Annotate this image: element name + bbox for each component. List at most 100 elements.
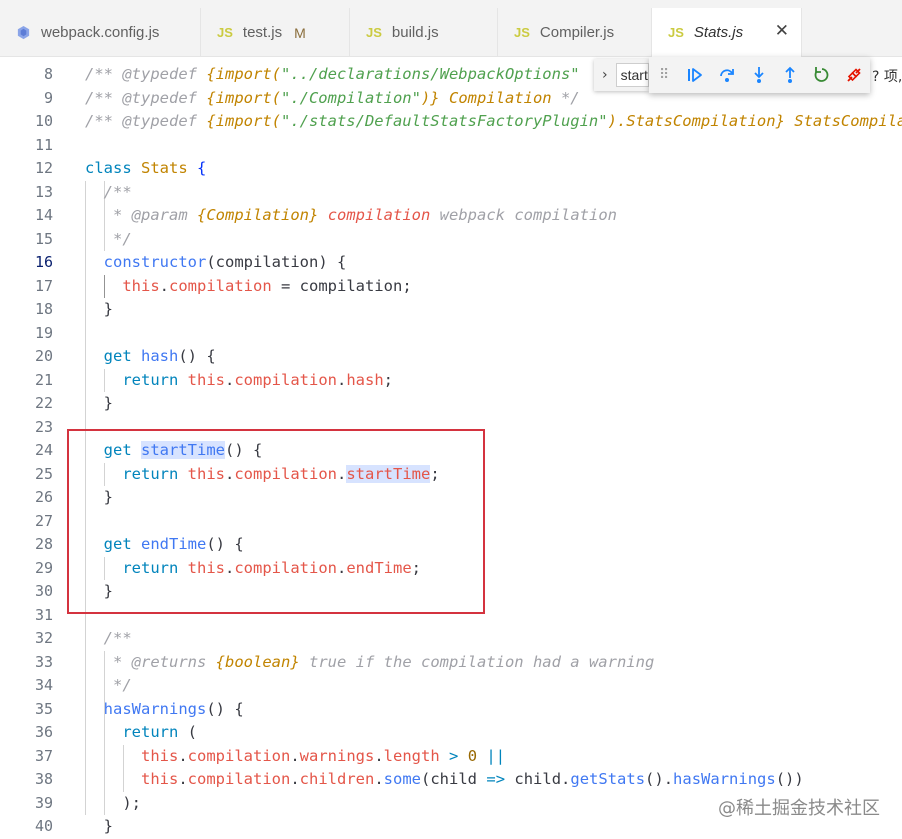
line-number: 22 (34, 394, 53, 412)
find-input[interactable]: start (615, 63, 649, 87)
code-token: {import( (206, 112, 281, 130)
close-icon[interactable]: ✕ (775, 21, 789, 41)
code-text: this.compilation.warnings.length > 0 || (85, 745, 505, 769)
code-token: @typedef (122, 88, 197, 107)
line-number: 39 (34, 793, 53, 812)
tab-stats-js[interactable]: JS Stats.js ✕ (652, 8, 802, 57)
line-number: 27 (34, 511, 53, 530)
code-token: )} (420, 88, 440, 107)
line-number: 11 (34, 135, 53, 154)
code-line: 10 /** @typedef {import("./stats/DefaultS… (0, 110, 902, 134)
code-token: compilation (187, 746, 291, 765)
code-token: @param (131, 206, 188, 224)
line-number: 9 (43, 88, 53, 107)
continue-button[interactable] (679, 61, 711, 89)
continue-icon (687, 68, 702, 82)
line-number: 31 (34, 605, 53, 624)
disconnect-button[interactable] (838, 61, 870, 89)
tab-test-js[interactable]: JS test.js M (201, 8, 350, 57)
tab-label: Stats.js (693, 24, 744, 41)
code-token: . (337, 558, 347, 577)
line-number: 21 (34, 370, 53, 389)
step-over-button[interactable] (711, 61, 743, 89)
code-line: 14 * @param {Compilation} compilation we… (0, 204, 902, 228)
line-number: 16 (34, 253, 53, 271)
code-text: * @param {Compilation} compilation webpa… (85, 204, 617, 228)
tab-compiler-js[interactable]: JS Compiler.js (498, 8, 652, 57)
code-token: } (85, 582, 113, 600)
step-out-button[interactable] (774, 61, 806, 89)
code-token: } (85, 300, 113, 318)
line-number: 26 (34, 488, 53, 506)
code-token: */ (85, 229, 132, 248)
js-icon: JS (217, 25, 233, 40)
chevron-right-icon[interactable]: › (602, 67, 608, 83)
line-number: 29 (34, 558, 53, 577)
code-token: length (383, 746, 440, 765)
code-token: => (486, 770, 506, 788)
code-token: ( (178, 723, 197, 741)
code-token: hash (346, 370, 384, 389)
line-number: 15 (34, 229, 53, 248)
code-token: . (337, 464, 347, 483)
code-token: ( (206, 253, 216, 271)
code-text: /** @typedef {import("../declarations/We… (85, 63, 580, 87)
line-number: 25 (34, 464, 53, 483)
code-line: 29 return this.compilation.endTime; (0, 557, 902, 581)
tab-label: Compiler.js (539, 24, 615, 41)
code-token: compilation (234, 558, 337, 577)
restart-button[interactable] (806, 61, 838, 89)
code-line: 34 */ (0, 674, 902, 698)
js-icon: JS (514, 25, 530, 40)
disconnect-icon (847, 68, 861, 82)
code-line: 36 return ( (0, 721, 902, 745)
tab-webpack-config[interactable]: webpack.config.js (0, 8, 201, 57)
code-text: class Stats { (85, 157, 206, 181)
code-token: || (486, 746, 506, 765)
code-line: 32 /** (0, 627, 902, 651)
code-token: () { (225, 441, 263, 459)
code-token: get (103, 347, 132, 365)
code-token: /** (85, 112, 123, 130)
code-token: this (141, 770, 179, 788)
code-text: */ (85, 228, 132, 252)
watermark: @稀土掘金技术社区 (718, 798, 880, 819)
line-number: 36 (34, 723, 53, 741)
code-token: ; (402, 276, 412, 295)
code-token: child (514, 770, 562, 788)
code-line: 13 /** (0, 181, 902, 205)
code-token: {Compilation} (197, 206, 319, 224)
line-number: 10 (34, 112, 53, 130)
code-token: } (85, 394, 113, 412)
drag-grip-icon[interactable]: ⠿ (659, 68, 669, 82)
code-token: compilation (169, 276, 272, 295)
code-editor[interactable]: 8/** @typedef {import("../declarations/W… (0, 57, 902, 839)
code-token: ()) (775, 770, 804, 788)
line-number: 37 (34, 746, 53, 765)
tab-bar: webpack.config.js JS test.js M JS build.… (0, 0, 902, 57)
code-line: 11 (0, 134, 902, 158)
tab-build-js[interactable]: JS build.js (350, 8, 498, 57)
code-line: 35 hasWarnings() { (0, 698, 902, 722)
tab-label: webpack.config.js (41, 24, 160, 41)
code-token: StatsCompilation (794, 112, 902, 130)
step-into-button[interactable] (743, 61, 775, 89)
code-line: 15 */ (0, 228, 902, 252)
code-token: . (561, 770, 571, 788)
code-token: compilation (234, 370, 337, 389)
code-token: . (374, 746, 384, 765)
